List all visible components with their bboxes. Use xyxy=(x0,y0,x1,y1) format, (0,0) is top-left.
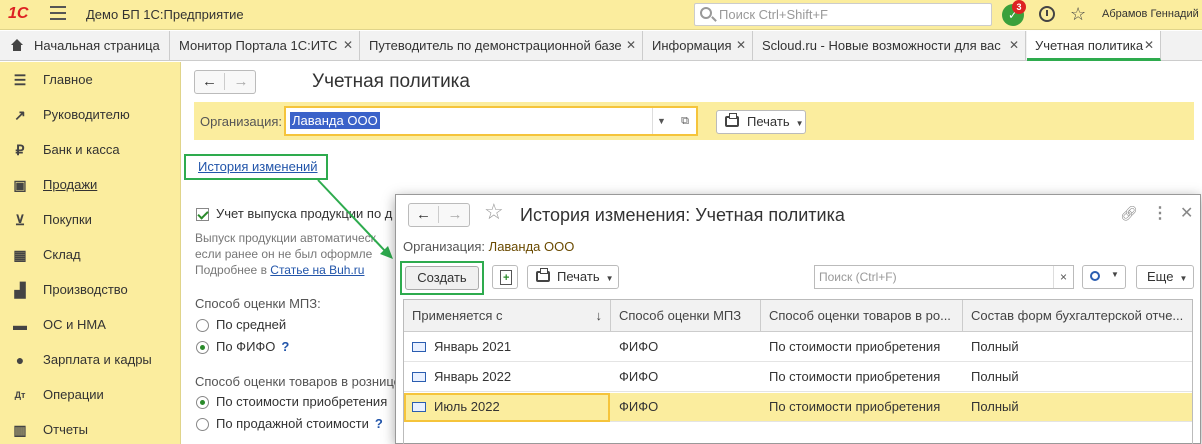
record-icon xyxy=(412,372,426,382)
record-icon xyxy=(412,342,426,352)
dialog-nav-buttons: ← → xyxy=(408,203,470,227)
more-label: Еще xyxy=(1147,269,1174,284)
chevron-down-icon: ▼ xyxy=(1111,270,1119,279)
link-icon[interactable]: 🔗︎ xyxy=(1120,205,1138,222)
cell-forms: Полный xyxy=(971,399,1019,414)
dialog-title: История изменения: Учетная политика xyxy=(520,205,845,225)
dialog-search-button[interactable]: ▼ xyxy=(1082,265,1126,289)
cell-mpz: ФИФО xyxy=(619,369,659,384)
cell-retail: По стоимости приобретения xyxy=(769,369,941,384)
dialog-print-button[interactable]: Печать ▼ xyxy=(527,265,619,289)
dialog-org-label: Организация: xyxy=(403,239,486,254)
cell-date: Январь 2021 xyxy=(404,333,611,362)
cell-retail: По стоимости приобретения xyxy=(769,339,941,354)
column-header-retail[interactable]: Способ оценки товаров в ро... xyxy=(761,300,963,332)
table-row[interactable]: Январь 2022 ФИФО По стоимости приобретен… xyxy=(404,363,1192,392)
history-dialog: ← → ☆ История изменения: Учетная политик… xyxy=(395,194,1201,444)
create-button[interactable]: Создать xyxy=(405,266,479,290)
table-row-selected[interactable]: Июль 2022 ФИФО По стоимости приобретения… xyxy=(404,393,1192,422)
cell-date: Июль 2022 xyxy=(404,393,611,422)
dialog-search-placeholder: Поиск (Ctrl+F) xyxy=(819,270,897,284)
sort-down-icon: ↓ xyxy=(595,308,603,323)
chevron-down-icon: ▼ xyxy=(605,274,614,283)
table-header: Применяется с ↓ Способ оценки МПЗ Способ … xyxy=(404,300,1192,332)
dialog-search-input[interactable]: Поиск (Ctrl+F) × xyxy=(814,265,1074,289)
dialog-organization: Организация: Лаванда ООО xyxy=(403,239,574,254)
clear-icon[interactable]: × xyxy=(1053,266,1073,288)
more-button[interactable]: Еще ▼ xyxy=(1136,265,1194,289)
column-header-date[interactable]: Применяется с ↓ xyxy=(404,300,611,332)
cell-mpz: ФИФО xyxy=(619,399,659,414)
cell-date-text: Январь 2021 xyxy=(434,339,512,354)
close-icon[interactable]: ✕ xyxy=(1180,203,1193,223)
cell-forms: Полный xyxy=(971,369,1019,384)
back-arrow-icon[interactable]: ← xyxy=(409,206,439,223)
chevron-down-icon: ▼ xyxy=(1179,274,1188,283)
column-header-mpz[interactable]: Способ оценки МПЗ xyxy=(611,300,761,332)
printer-icon xyxy=(536,268,550,282)
cell-date-text: Январь 2022 xyxy=(434,369,512,384)
forward-arrow-icon[interactable]: → xyxy=(440,206,470,223)
print-label: Печать xyxy=(557,269,600,284)
cell-forms: Полный xyxy=(971,339,1019,354)
cell-mpz: ФИФО xyxy=(619,339,659,354)
dialog-org-value[interactable]: Лаванда ООО xyxy=(489,239,575,254)
cell-retail: По стоимости приобретения xyxy=(769,399,941,414)
record-icon xyxy=(412,402,426,412)
cell-date-text: Июль 2022 xyxy=(434,399,500,414)
cell-date: Январь 2022 xyxy=(404,363,611,392)
search-icon xyxy=(1090,271,1100,281)
copy-icon[interactable] xyxy=(492,265,518,289)
column-label: Применяется с xyxy=(412,308,503,323)
favorite-star-icon[interactable]: ☆ xyxy=(484,199,504,225)
column-header-forms[interactable]: Состав форм бухгалтерской отче... xyxy=(963,300,1192,332)
more-vertical-icon[interactable]: ⋮ xyxy=(1152,203,1168,223)
history-table: Применяется с ↓ Способ оценки МПЗ Способ … xyxy=(403,299,1193,444)
table-row[interactable]: Январь 2021 ФИФО По стоимости приобретен… xyxy=(404,333,1192,362)
create-highlight: Создать xyxy=(400,261,484,295)
